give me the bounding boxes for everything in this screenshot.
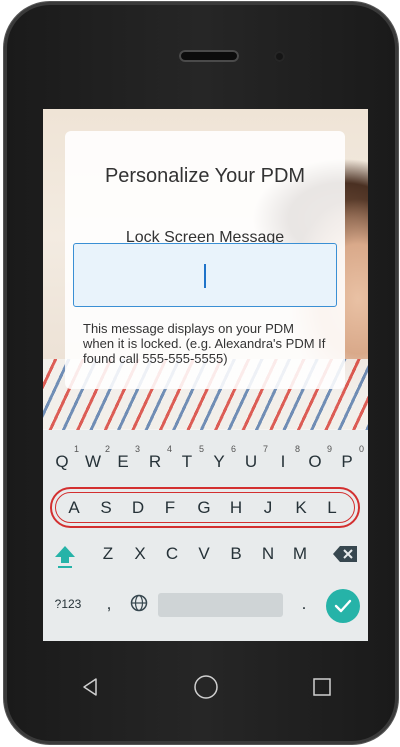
key-k[interactable]: K bbox=[288, 498, 314, 518]
enter-key[interactable] bbox=[326, 589, 360, 623]
key-o[interactable]: O9 bbox=[302, 444, 332, 472]
key-t[interactable]: T5 bbox=[174, 444, 204, 472]
key-u[interactable]: U7 bbox=[238, 444, 268, 472]
key-z[interactable]: Z bbox=[95, 544, 121, 564]
key-v[interactable]: V bbox=[191, 544, 217, 564]
personalize-card: Personalize Your PDM Lock Screen Message… bbox=[65, 131, 345, 389]
screen: Personalize Your PDM Lock Screen Message… bbox=[43, 109, 368, 641]
key-j[interactable]: J bbox=[255, 498, 281, 518]
help-text: This message displays on your PDM when i… bbox=[83, 321, 326, 366]
key-x[interactable]: X bbox=[127, 544, 153, 564]
recents-icon[interactable] bbox=[312, 677, 332, 697]
text-cursor bbox=[204, 264, 206, 288]
backspace-key[interactable] bbox=[329, 545, 361, 568]
key-a[interactable]: A bbox=[61, 498, 87, 518]
space-bar[interactable] bbox=[158, 593, 283, 617]
key-b[interactable]: B bbox=[223, 544, 249, 564]
key-g[interactable]: G bbox=[191, 498, 217, 518]
key-e[interactable]: E3 bbox=[110, 444, 140, 472]
lock-screen-message-input[interactable] bbox=[73, 243, 337, 307]
backspace-icon bbox=[333, 546, 357, 562]
key-y[interactable]: Y6 bbox=[206, 444, 236, 472]
key-i[interactable]: I8 bbox=[270, 444, 300, 472]
symbols-key[interactable]: ?123 bbox=[51, 597, 85, 611]
back-icon[interactable] bbox=[80, 677, 100, 697]
key-p[interactable]: P0 bbox=[334, 444, 364, 472]
shift-arrow-icon bbox=[55, 546, 75, 568]
page-title: Personalize Your PDM bbox=[104, 165, 306, 187]
key-n[interactable]: N bbox=[255, 544, 281, 564]
key-q[interactable]: Q1 bbox=[49, 444, 79, 472]
key-s[interactable]: S bbox=[93, 498, 119, 518]
globe-icon bbox=[130, 594, 148, 612]
key-w[interactable]: W2 bbox=[80, 444, 110, 472]
comma-key[interactable]: , bbox=[101, 594, 117, 614]
language-key[interactable] bbox=[127, 594, 151, 617]
navigation-bar bbox=[0, 641, 400, 741]
key-c[interactable]: C bbox=[159, 544, 185, 564]
shift-key[interactable] bbox=[51, 544, 79, 574]
key-m[interactable]: M bbox=[287, 544, 313, 564]
key-h[interactable]: H bbox=[223, 498, 249, 518]
soft-keyboard: Q1 W2 E3 R4 T5 Y6 U7 I8 O9 P0 A S D F G … bbox=[43, 430, 368, 641]
key-r[interactable]: R4 bbox=[142, 444, 172, 472]
front-camera bbox=[274, 51, 285, 62]
earpiece-speaker bbox=[179, 50, 239, 62]
key-l[interactable]: L bbox=[319, 498, 345, 518]
key-f[interactable]: F bbox=[157, 498, 183, 518]
checkmark-icon bbox=[334, 599, 352, 613]
key-d[interactable]: D bbox=[125, 498, 151, 518]
home-icon[interactable] bbox=[193, 674, 219, 700]
period-key[interactable]: . bbox=[296, 594, 312, 614]
